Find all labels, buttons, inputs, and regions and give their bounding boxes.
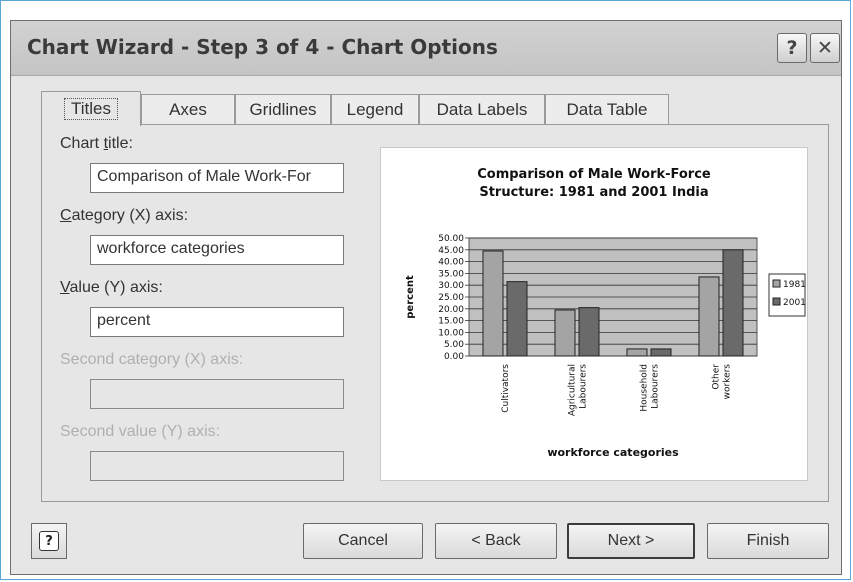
- y-tick-label: 25.00: [438, 293, 464, 303]
- question-icon: ?: [39, 531, 59, 551]
- y-tick-label: 20.00: [438, 305, 464, 315]
- category-axis-input[interactable]: workforce categories: [90, 235, 344, 265]
- chart-preview-svg: Comparison of Male Work-Force Structure: …: [405, 167, 806, 459]
- help-button[interactable]: ?: [777, 33, 807, 63]
- tab-axes[interactable]: Axes: [141, 94, 235, 125]
- second-value-axis-input: [90, 451, 344, 481]
- x-tick-label: Agricultural: [568, 364, 578, 416]
- back-button[interactable]: < Back: [435, 523, 557, 559]
- chart-preview: Comparison of Male Work-Force Structure: …: [380, 147, 808, 481]
- bar-1981: [554, 309, 576, 357]
- bar-1981: [626, 348, 648, 357]
- second-category-axis-input: [90, 379, 344, 409]
- bar-1981: [698, 276, 720, 357]
- tab-data-labels[interactable]: Data Labels: [419, 94, 545, 125]
- question-icon: ?: [786, 37, 798, 59]
- y-axis-title: percent: [405, 275, 416, 319]
- x-tick-label: Cultivators: [501, 364, 511, 413]
- y-tick-label: 10.00: [438, 328, 464, 338]
- bar-2001: [506, 281, 528, 357]
- y-tick-label: 45.00: [438, 246, 464, 256]
- close-button[interactable]: ✕: [810, 33, 840, 63]
- chart-title-input[interactable]: Comparison of Male Work-For: [90, 163, 344, 193]
- next-button[interactable]: Next >: [567, 523, 695, 559]
- x-tick-label: Labourers: [651, 364, 661, 409]
- tab-titles[interactable]: Titles: [41, 91, 141, 126]
- bar-2001: [578, 307, 600, 357]
- finish-button[interactable]: Finish: [707, 523, 829, 559]
- y-tick-label: 15.00: [438, 317, 464, 327]
- close-icon: ✕: [817, 37, 833, 59]
- bar-2001: [650, 348, 672, 357]
- chart-title-line2: Structure: 1981 and 2001 India: [479, 185, 708, 200]
- y-tick-label: 30.00: [438, 281, 464, 291]
- y-tick-label: 50.00: [438, 234, 464, 244]
- tab-data-table[interactable]: Data Table: [545, 94, 669, 125]
- tab-gridlines[interactable]: Gridlines: [235, 94, 331, 125]
- legend-swatch-1981: [772, 279, 781, 288]
- office-assistant-button[interactable]: ?: [31, 523, 67, 559]
- second-category-axis-label: Second category (X) axis:: [60, 351, 244, 368]
- title-bar: Chart Wizard - Step 3 of 4 - Chart Optio…: [11, 21, 841, 76]
- y-tick-label: 40.00: [438, 258, 464, 268]
- x-tick-label: workers: [723, 364, 733, 400]
- second-value-axis-label: Second value (Y) axis:: [60, 423, 221, 440]
- cancel-button[interactable]: Cancel: [303, 523, 423, 559]
- value-axis-label: Value (Y) axis:: [60, 279, 163, 296]
- category-axis-label: Category (X) axis:: [60, 207, 189, 224]
- value-axis-input[interactable]: percent: [90, 307, 344, 337]
- legend-label-1981: 1981: [783, 280, 806, 290]
- bar-1981: [482, 250, 504, 357]
- chart-wizard-dialog: Chart Wizard - Step 3 of 4 - Chart Optio…: [10, 20, 842, 575]
- y-tick-label: 35.00: [438, 269, 464, 279]
- titles-panel: Chart title: Comparison of Male Work-For…: [41, 124, 829, 502]
- legend-label-2001: 2001: [783, 298, 806, 308]
- x-tick-label: Household: [640, 364, 650, 412]
- legend-swatch-2001: [772, 297, 781, 306]
- bar-2001: [722, 249, 744, 357]
- x-tick-label: Other: [712, 364, 722, 390]
- tab-legend[interactable]: Legend: [331, 94, 419, 125]
- window-title: Chart Wizard - Step 3 of 4 - Chart Optio…: [27, 35, 498, 59]
- x-axis-title: workforce categories: [547, 446, 679, 459]
- y-tick-label: 5.00: [444, 340, 464, 350]
- chart-title-label: Chart title:: [60, 135, 133, 152]
- chart-title-line1: Comparison of Male Work-Force: [477, 167, 711, 182]
- x-tick-label: Labourers: [579, 364, 589, 409]
- y-tick-label: 0.00: [444, 352, 464, 362]
